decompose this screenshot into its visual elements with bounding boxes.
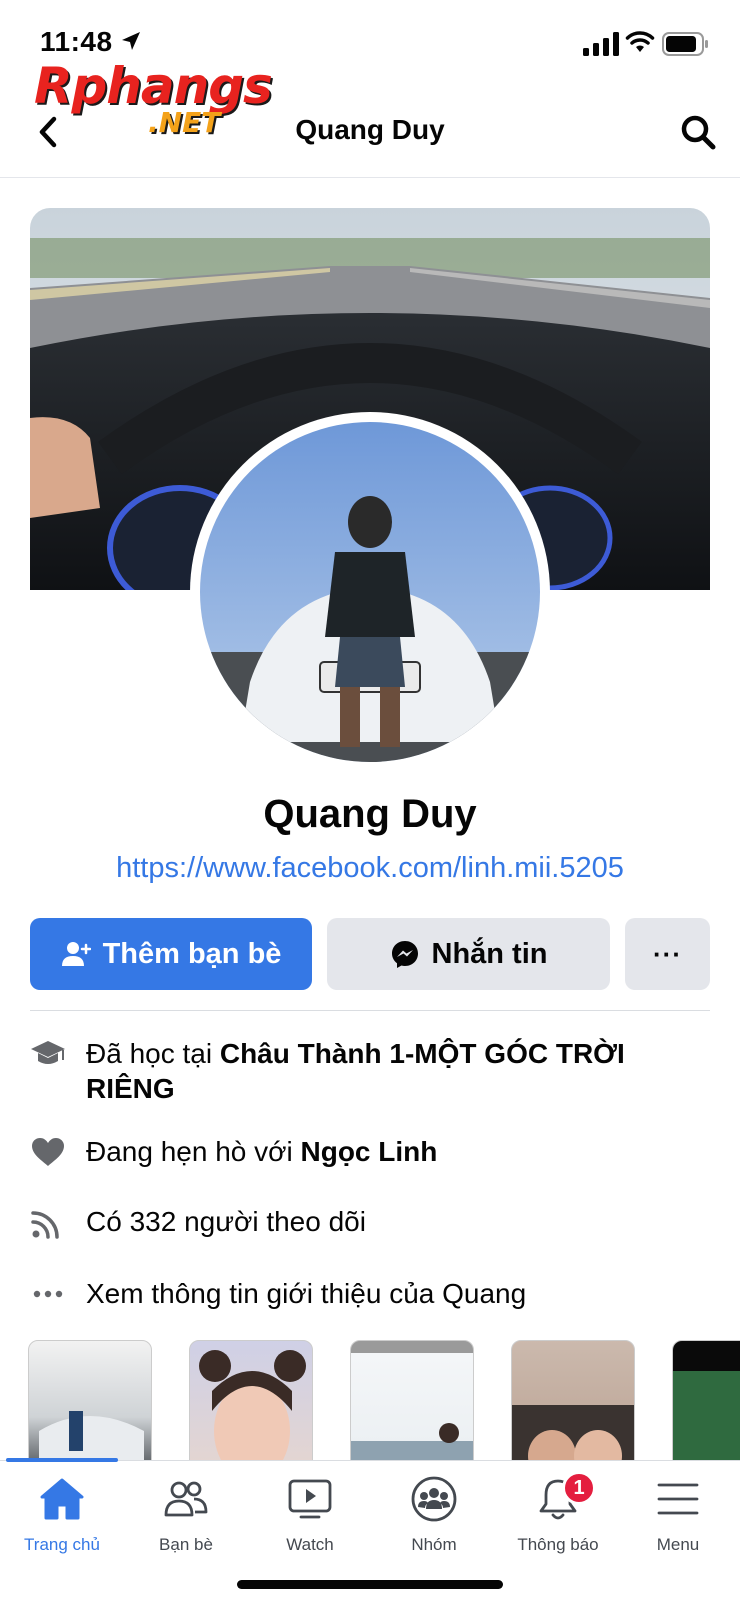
battery-icon <box>662 32 708 56</box>
featured-photo[interactable] <box>350 1340 474 1460</box>
tab-home[interactable]: Trang chủ <box>0 1471 124 1571</box>
relationship-partner[interactable]: Ngọc Linh <box>301 1136 438 1167</box>
graduation-cap-icon <box>30 1036 66 1072</box>
tab-groups[interactable]: Nhóm <box>372 1471 496 1571</box>
featured-photo[interactable] <box>189 1340 313 1460</box>
heart-icon <box>30 1134 66 1170</box>
notification-badge: 1 <box>562 1471 596 1505</box>
see-about-text: Xem thông tin giới thiệu của Quang <box>86 1278 527 1309</box>
tab-label: Watch <box>286 1535 334 1554</box>
tab-label: Trang chủ <box>24 1535 100 1554</box>
home-indicator <box>237 1580 503 1589</box>
info-see-about[interactable]: Xem thông tin giới thiệu của Quang <box>30 1276 710 1316</box>
tab-watch[interactable]: Watch <box>248 1471 372 1571</box>
status-time: 11:48 <box>40 26 113 57</box>
featured-photo[interactable] <box>28 1340 152 1460</box>
page-title: Quang Duy <box>295 114 445 145</box>
tab-friends[interactable]: Bạn bè <box>124 1471 248 1571</box>
tab-menu[interactable]: Menu <box>616 1471 740 1571</box>
info-followers: Có 332 người theo dõi <box>30 1204 710 1244</box>
cellular-signal-icon <box>583 32 619 56</box>
tab-label: Bạn bè <box>159 1535 213 1554</box>
friends-icon <box>164 1481 208 1517</box>
profile-avatar[interactable] <box>200 422 540 762</box>
watch-icon <box>288 1479 332 1519</box>
home-icon <box>40 1478 84 1520</box>
featured-photos <box>0 1340 740 1460</box>
add-friend-label: Thêm bạn bè <box>102 937 282 970</box>
tab-label: Thông báo <box>517 1535 599 1554</box>
profile-header: Quang Duy <box>0 90 740 178</box>
profile-name: Quang Duy <box>263 792 477 836</box>
tab-notifications[interactable]: 1 Thông báo <box>496 1471 620 1571</box>
search-button[interactable] <box>676 110 720 154</box>
add-friend-button[interactable]: Thêm bạn bè <box>30 918 312 990</box>
section-divider <box>30 1010 710 1011</box>
followers-text: Có 332 người theo dõi <box>86 1206 366 1237</box>
info-relationship: Đang hẹn hò với Ngọc Linh <box>30 1134 710 1174</box>
groups-icon <box>411 1476 457 1522</box>
wifi-icon <box>625 31 655 52</box>
message-label: Nhắn tin <box>431 937 548 970</box>
bottom-tab-bar: Trang chủ Bạn bè Watch Nhóm 1 Thông báo … <box>0 1458 740 1600</box>
avatar-image <box>200 422 540 762</box>
more-options-button[interactable]: ··· <box>625 918 710 990</box>
add-friend-icon <box>61 939 91 969</box>
tab-label: Nhóm <box>411 1535 457 1554</box>
menu-icon <box>657 1483 699 1515</box>
relationship-prefix: Đang hẹn hò với <box>86 1136 301 1167</box>
ellipsis-icon <box>30 1276 66 1312</box>
active-tab-indicator <box>6 1458 118 1462</box>
messenger-icon <box>390 939 420 969</box>
more-dots-icon: ··· <box>653 938 682 969</box>
profile-link[interactable]: https://www.facebook.com/linh.mii.5205 <box>0 852 740 885</box>
featured-photo[interactable] <box>672 1340 740 1460</box>
rss-feed-icon <box>30 1204 66 1240</box>
search-icon <box>681 115 716 150</box>
education-prefix: Đã học tại <box>86 1038 220 1069</box>
featured-photo[interactable] <box>511 1340 635 1460</box>
tab-label: Menu <box>656 1535 700 1554</box>
info-education: Đã học tại Châu Thành 1-MỘT GÓC TRỜI RIÊ… <box>30 1036 710 1112</box>
message-button[interactable]: Nhắn tin <box>327 918 610 990</box>
location-arrow-icon <box>122 32 140 50</box>
